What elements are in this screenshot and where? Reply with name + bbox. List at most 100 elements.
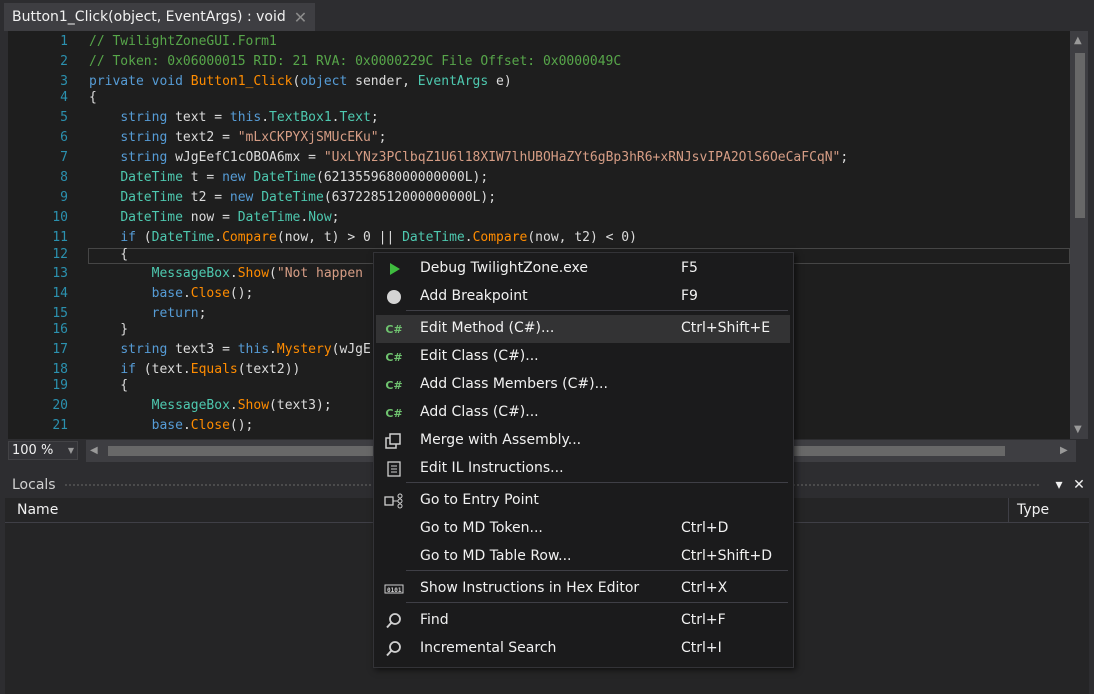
menu-item-label: Go to Entry Point	[420, 492, 539, 508]
menu-item-label: Add Class (C#)...	[420, 404, 539, 420]
menu-item[interactable]: Go to MD Table Row... Ctrl+Shift+D	[376, 543, 790, 571]
code-text: string wJgEefC1cOBOA6mx = "UxLYNz3PClbqZ…	[120, 150, 849, 165]
menu-item[interactable]: Merge with Assembly...	[376, 427, 790, 455]
menu-item-shortcut: Ctrl+Shift+E	[681, 320, 771, 336]
line-number: 9	[60, 190, 68, 205]
code-line[interactable]: 10 DateTime now = DateTime.Now;	[8, 208, 1070, 228]
line-number: 5	[60, 110, 68, 125]
code-text: string text2 = "mLxCKPYXjSMUcEKu";	[120, 130, 387, 145]
line-number: 2	[60, 54, 68, 69]
line-number: 7	[60, 150, 68, 165]
document-tab[interactable]: Button1_Click(object, EventArgs) : void …	[4, 3, 316, 31]
csharp-icon: C#	[385, 378, 403, 392]
chevron-down-icon: ▼	[67, 446, 74, 455]
vertical-scroll-thumb[interactable]	[1075, 53, 1085, 218]
line-number: 6	[60, 130, 68, 145]
menu-item[interactable]: C# Edit Method (C#)... Ctrl+Shift+E	[376, 315, 790, 343]
code-text: DateTime now = DateTime.Now;	[120, 210, 340, 225]
code-line[interactable]: 2 // Token: 0x06000015 RID: 21 RVA: 0x000…	[8, 52, 1070, 72]
csharp-icon: C#	[385, 322, 403, 336]
zoom-value: 100 %	[12, 443, 54, 458]
code-text: DateTime t = new DateTime(62135596800000…	[120, 170, 489, 185]
vertical-scrollbar[interactable]: ▲ ▼	[1070, 31, 1088, 439]
csharp-icon: C#	[385, 350, 403, 364]
svg-text:0101: 0101	[387, 587, 402, 594]
menu-item-label: Show Instructions in Hex Editor	[420, 580, 640, 596]
line-number: 21	[52, 418, 68, 433]
breakpoint-icon	[384, 289, 404, 305]
document-tab-strip: Button1_Click(object, EventArgs) : void …	[0, 0, 1094, 31]
code-text: MessageBox.Show(text3);	[151, 398, 332, 413]
column-header-name[interactable]: Name	[17, 502, 58, 518]
code-line[interactable]: 7 string wJgEefC1cOBOA6mx = "UxLYNz3PClb…	[8, 148, 1070, 168]
entry-point-icon	[384, 493, 404, 509]
code-text: {	[89, 247, 129, 262]
menu-item[interactable]: 0101 Show Instructions in Hex Editor Ctrl+…	[376, 575, 790, 603]
column-divider[interactable]	[1008, 498, 1009, 522]
menu-item-label: Add Class Members (C#)...	[420, 376, 608, 392]
play-icon	[384, 261, 404, 277]
line-number: 16	[52, 322, 68, 337]
code-text: DateTime t2 = new DateTime(6372285120000…	[120, 190, 497, 205]
menu-item-label: Edit IL Instructions...	[420, 460, 564, 476]
menu-item[interactable]: C# Add Class Members (C#)...	[376, 371, 790, 399]
code-line[interactable]: 1 // TwilightZoneGUI.Form1	[8, 32, 1070, 52]
menu-item-label: Debug TwilightZone.exe	[420, 260, 589, 276]
code-text: {	[89, 90, 97, 105]
menu-item-shortcut: Ctrl+D	[681, 520, 729, 536]
scroll-down-icon[interactable]: ▼	[1074, 424, 1082, 435]
menu-item[interactable]: Find Ctrl+F	[376, 607, 790, 635]
code-text: base.Close();	[151, 418, 254, 433]
menu-item[interactable]: Edit IL Instructions...	[376, 455, 790, 483]
menu-item-label: Incremental Search	[420, 640, 557, 656]
scroll-left-icon[interactable]: ◀	[90, 445, 98, 456]
locals-title: Locals	[12, 477, 56, 493]
context-menu: Debug TwilightZone.exe F5 Add Breakpoint F9…	[373, 252, 794, 668]
menu-item[interactable]: Incremental Search Ctrl+I	[376, 635, 790, 663]
menu-item[interactable]: Add Breakpoint F9	[376, 283, 790, 311]
menu-item-label: Go to MD Token...	[420, 520, 543, 536]
menu-item[interactable]: C# Edit Class (C#)...	[376, 343, 790, 371]
code-text: string text3 = this.Mystery(wJgE	[120, 342, 371, 357]
menu-item[interactable]: Go to MD Token... Ctrl+D	[376, 515, 790, 543]
line-number: 8	[60, 170, 68, 185]
tab-title: Button1_Click(object, EventArgs) : void	[12, 9, 286, 25]
code-text: // Token: 0x06000015 RID: 21 RVA: 0x0000…	[89, 54, 622, 69]
code-text: // TwilightZoneGUI.Form1	[89, 34, 277, 49]
menu-item-shortcut: Ctrl+X	[681, 580, 728, 596]
menu-item-shortcut: Ctrl+Shift+D	[681, 548, 772, 564]
menu-item-shortcut: Ctrl+F	[681, 612, 726, 628]
code-line[interactable]: 4{	[8, 88, 1070, 108]
menu-item-label: Merge with Assembly...	[420, 432, 582, 448]
menu-item[interactable]: Debug TwilightZone.exe F5	[376, 255, 790, 283]
hex-icon: 0101	[384, 581, 404, 597]
line-number: 17	[52, 342, 68, 357]
line-number: 13	[52, 266, 68, 281]
scroll-up-icon[interactable]: ▲	[1074, 35, 1082, 46]
line-number: 4	[60, 90, 68, 105]
code-text: base.Close();	[151, 286, 254, 301]
menu-item-label: Go to MD Table Row...	[420, 548, 572, 564]
menu-item-label: Edit Method (C#)...	[420, 320, 555, 336]
close-icon[interactable]: ✕	[294, 8, 307, 27]
merge-icon	[384, 433, 404, 449]
dropdown-icon[interactable]: ▾	[1049, 477, 1069, 493]
menu-item-shortcut: F5	[681, 260, 698, 276]
zoom-select[interactable]: 100 % ▼	[8, 441, 78, 460]
search-icon	[384, 613, 404, 629]
code-text: MessageBox.Show("Not happen	[151, 266, 363, 281]
code-line[interactable]: 5 string text = this.TextBox1.Text;	[8, 108, 1070, 128]
code-text: string text = this.TextBox1.Text;	[120, 110, 379, 125]
scroll-right-icon[interactable]: ▶	[1060, 445, 1068, 456]
menu-item[interactable]: C# Add Class (C#)...	[376, 399, 790, 427]
menu-item-shortcut: F9	[681, 288, 698, 304]
code-line[interactable]: 6 string text2 = "mLxCKPYXjSMUcEKu";	[8, 128, 1070, 148]
column-header-type[interactable]: Type	[1017, 502, 1049, 518]
menu-item[interactable]: Go to Entry Point	[376, 487, 790, 515]
line-number: 1	[60, 34, 68, 49]
code-line[interactable]: 9 DateTime t2 = new DateTime(63722851200…	[8, 188, 1070, 208]
close-panel-icon[interactable]: ✕	[1069, 477, 1089, 493]
il-icon	[384, 461, 404, 477]
code-line[interactable]: 8 DateTime t = new DateTime(621355968000…	[8, 168, 1070, 188]
line-number: 14	[52, 286, 68, 301]
